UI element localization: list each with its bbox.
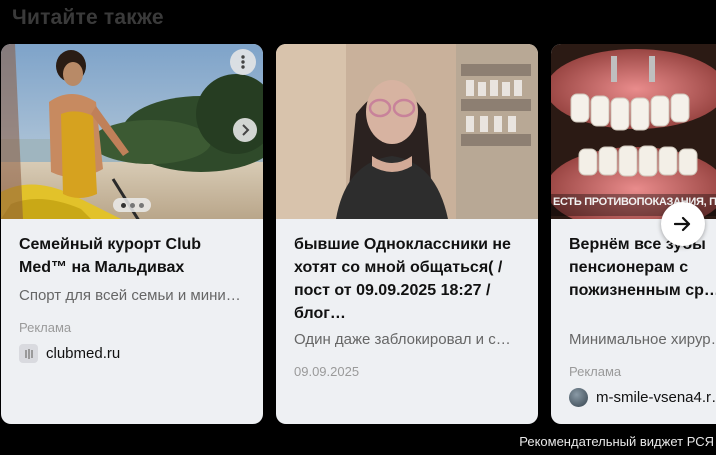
pagination-dot[interactable] xyxy=(129,202,135,208)
arrow-right-icon xyxy=(674,216,691,232)
pagination-dot[interactable] xyxy=(138,202,144,208)
source-domain: m-smile-vsena4.r… xyxy=(596,389,716,406)
ad-label: Реклама xyxy=(569,364,622,379)
card-title[interactable]: Семейный курорт Club Med™ на Мальдивах xyxy=(19,233,253,279)
card-image-video[interactable] xyxy=(276,44,538,219)
card-title[interactable]: бывшие Одноклассники не хотят со мной об… xyxy=(294,233,528,325)
chevron-right-icon xyxy=(242,124,250,136)
video-frame-photo xyxy=(276,44,538,219)
resort-photo xyxy=(1,44,263,219)
source-domain: clubmed.ru xyxy=(46,345,121,362)
pagination-dot[interactable] xyxy=(120,202,126,208)
card-date: 09.09.2025 xyxy=(294,364,360,379)
dental-implant-photo xyxy=(551,44,716,219)
card-description: Минимальное хирур… xyxy=(569,331,716,348)
card-source[interactable]: m-smile-vsena4.r… xyxy=(569,388,716,407)
recommendation-carousel: Семейный курорт Club Med™ на Мальдивах С… xyxy=(0,44,716,424)
card-menu-button[interactable] xyxy=(230,49,256,75)
card-image-dental[interactable]: ЕСТЬ ПРОТИВОПОКАЗАНИЯ, ПОСО xyxy=(551,44,716,219)
card-description: Один даже заблокировал и с… xyxy=(294,331,511,348)
clubmed-logo-icon xyxy=(19,344,38,363)
widget-footer-label[interactable]: Рекомендательный виджет РСЯ xyxy=(519,434,714,449)
recommendation-card[interactable]: бывшие Одноклассники не хотят со мной об… xyxy=(276,44,538,424)
card-image-resort[interactable] xyxy=(1,44,263,219)
image-pagination-dots xyxy=(113,198,151,212)
card-source[interactable]: clubmed.ru xyxy=(19,344,120,363)
ad-label: Реклама xyxy=(19,320,72,335)
recommendation-card[interactable]: Семейный курорт Club Med™ на Мальдивах С… xyxy=(1,44,263,424)
more-vertical-icon xyxy=(241,55,245,69)
image-next-button[interactable] xyxy=(233,118,257,142)
section-title: Читайте также xyxy=(12,6,164,29)
carousel-next-button[interactable] xyxy=(661,202,705,246)
card-description: Спорт для всей семьи и мини… xyxy=(19,287,241,304)
card-title[interactable]: Вернём все зубы пенсионерам с пожизненны… xyxy=(569,233,716,302)
m-smile-logo-icon xyxy=(569,388,588,407)
